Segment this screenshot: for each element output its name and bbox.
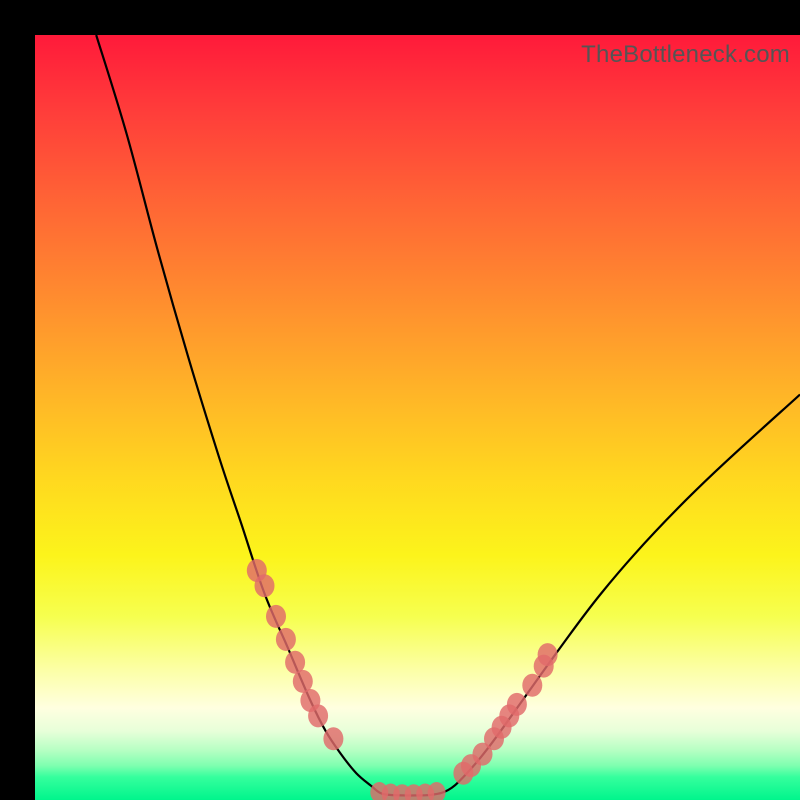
data-dot bbox=[276, 628, 296, 651]
chart-frame: TheBottleneck.com bbox=[0, 0, 800, 800]
data-dot bbox=[266, 605, 286, 628]
data-dot bbox=[308, 704, 328, 727]
data-dot bbox=[507, 693, 527, 716]
data-dot bbox=[522, 674, 542, 697]
data-dot bbox=[538, 643, 558, 666]
chart-svg bbox=[35, 35, 800, 800]
bottleneck-curve-path bbox=[96, 35, 800, 795]
plot-area: TheBottleneck.com bbox=[35, 35, 800, 800]
data-dot bbox=[323, 727, 343, 750]
data-dot bbox=[428, 782, 446, 800]
data-dot bbox=[255, 574, 275, 597]
data-dots bbox=[247, 559, 558, 800]
